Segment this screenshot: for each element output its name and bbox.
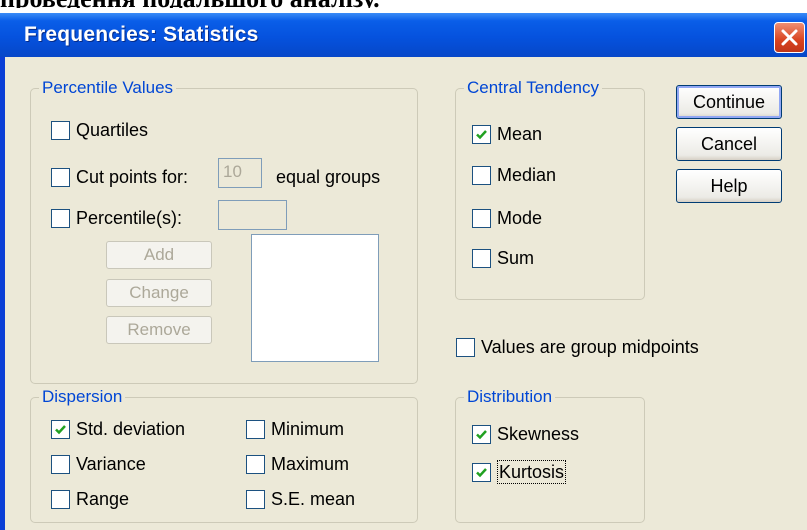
maximum-checkbox-box[interactable] xyxy=(246,454,265,474)
kurtosis-label: Kurtosis xyxy=(497,460,567,484)
std-deviation-label: Std. deviation xyxy=(76,419,186,439)
dialog-client-area: Percentile Values Quartiles Cut points f… xyxy=(5,57,807,530)
cut-points-label: Cut points for: xyxy=(76,167,189,187)
maximum-label: Maximum xyxy=(271,454,350,474)
cut-points-checkbox[interactable]: Cut points for: xyxy=(51,166,188,188)
percentile-values-legend: Percentile Values xyxy=(39,77,177,99)
skewness-checkbox-box[interactable] xyxy=(472,424,491,444)
group-midpoints-checkbox-box[interactable] xyxy=(456,337,475,357)
change-button-label: Change xyxy=(129,283,189,302)
close-button[interactable] xyxy=(774,22,805,53)
percentile-input[interactable] xyxy=(218,200,287,230)
remove-button[interactable]: Remove xyxy=(106,316,212,344)
quartiles-checkbox[interactable]: Quartiles xyxy=(51,119,148,141)
group-midpoints-checkbox[interactable]: Values are group midpoints xyxy=(456,336,699,358)
cut-points-input[interactable]: 10 xyxy=(218,158,262,188)
median-checkbox[interactable]: Median xyxy=(472,164,556,186)
add-button-label: Add xyxy=(143,245,175,264)
sum-checkbox[interactable]: Sum xyxy=(472,247,534,269)
median-label: Median xyxy=(497,165,557,185)
background-document-text: проведення подальшого аналізу. xyxy=(0,0,807,8)
checkmark-icon xyxy=(476,129,487,139)
kurtosis-checkbox-box[interactable] xyxy=(472,462,491,482)
cancel-button-label: Cancel xyxy=(700,133,758,154)
range-label: Range xyxy=(76,489,130,509)
minimum-checkbox[interactable]: Minimum xyxy=(246,418,344,440)
skewness-label: Skewness xyxy=(497,424,580,444)
continue-button[interactable]: Continue xyxy=(676,85,782,119)
median-checkbox-box[interactable] xyxy=(472,165,491,185)
percentile-list[interactable] xyxy=(251,234,379,362)
minimum-label: Minimum xyxy=(271,419,345,439)
variance-checkbox[interactable]: Variance xyxy=(51,453,146,475)
group-midpoints-label: Values are group midpoints xyxy=(481,337,699,357)
kurtosis-checkbox[interactable]: Kurtosis xyxy=(472,460,567,484)
percentiles-label: Percentile(s): xyxy=(76,208,183,228)
continue-button-label: Continue xyxy=(692,91,766,112)
cut-points-checkbox-box[interactable] xyxy=(51,167,70,187)
checkmark-icon xyxy=(476,429,487,439)
percentiles-checkbox[interactable]: Percentile(s): xyxy=(51,207,182,229)
cut-points-value: 10 xyxy=(223,162,242,181)
variance-checkbox-box[interactable] xyxy=(51,454,70,474)
help-button[interactable]: Help xyxy=(676,169,782,203)
quartiles-label: Quartiles xyxy=(76,120,149,140)
maximum-checkbox[interactable]: Maximum xyxy=(246,453,349,475)
mean-checkbox-box[interactable] xyxy=(472,124,491,144)
distribution-legend: Distribution xyxy=(464,386,556,408)
variance-label: Variance xyxy=(76,454,146,474)
add-button[interactable]: Add xyxy=(106,241,212,269)
mean-checkbox[interactable]: Mean xyxy=(472,123,542,145)
sum-checkbox-box[interactable] xyxy=(472,248,491,268)
se-mean-label: S.E. mean xyxy=(271,489,356,509)
central-tendency-legend: Central Tendency xyxy=(464,77,602,99)
close-icon xyxy=(781,29,798,46)
mean-label: Mean xyxy=(497,124,543,144)
sum-label: Sum xyxy=(497,248,535,268)
dispersion-legend: Dispersion xyxy=(39,386,126,408)
range-checkbox[interactable]: Range xyxy=(51,488,129,510)
dialog-window: Frequencies: Statistics Percentile Value… xyxy=(0,13,807,530)
change-button[interactable]: Change xyxy=(106,279,212,307)
std-deviation-checkbox-box[interactable] xyxy=(51,419,70,439)
mode-checkbox-box[interactable] xyxy=(472,208,491,228)
minimum-checkbox-box[interactable] xyxy=(246,419,265,439)
percentiles-checkbox-box[interactable] xyxy=(51,208,70,228)
window-title: Frequencies: Statistics xyxy=(24,23,259,46)
title-bar: Frequencies: Statistics xyxy=(0,13,807,57)
se-mean-checkbox[interactable]: S.E. mean xyxy=(246,488,355,510)
equal-groups-label: equal groups xyxy=(276,167,381,187)
remove-button-label: Remove xyxy=(127,320,191,339)
help-button-label: Help xyxy=(710,175,748,196)
se-mean-checkbox-box[interactable] xyxy=(246,489,265,509)
cancel-button[interactable]: Cancel xyxy=(676,127,782,161)
quartiles-checkbox-box[interactable] xyxy=(51,120,70,140)
range-checkbox-box[interactable] xyxy=(51,489,70,509)
mode-checkbox[interactable]: Mode xyxy=(472,207,542,229)
checkmark-icon xyxy=(55,424,66,434)
mode-label: Mode xyxy=(497,208,543,228)
std-deviation-checkbox[interactable]: Std. deviation xyxy=(51,418,185,440)
skewness-checkbox[interactable]: Skewness xyxy=(472,423,579,445)
checkmark-icon xyxy=(476,467,487,477)
